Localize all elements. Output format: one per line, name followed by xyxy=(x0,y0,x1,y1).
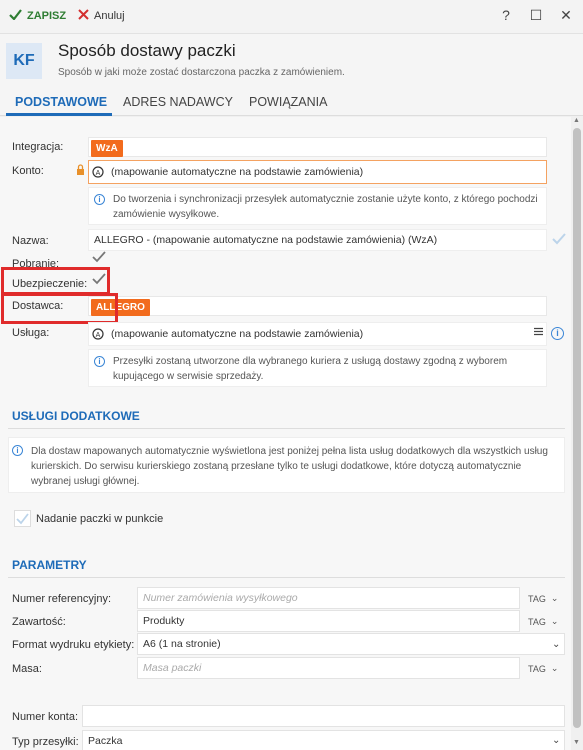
dialog-header: KF Sposób dostawy paczki Sposób w jaki m… xyxy=(0,34,583,89)
masa-input[interactable]: Masa paczki xyxy=(137,657,520,679)
integracja-label: Integracja: xyxy=(12,141,64,153)
scrollbar[interactable]: ▲ ▼ xyxy=(571,117,583,750)
check-icon xyxy=(9,9,22,23)
info-icon: i xyxy=(12,445,23,456)
numer-ref-input[interactable]: Numer zamówienia wysyłkowego xyxy=(137,587,520,609)
usluga-label: Usługa: xyxy=(12,327,50,339)
list-icon[interactable] xyxy=(534,327,543,339)
allegro-a-icon: A xyxy=(92,328,104,343)
format-label: Format wydruku etykiety: xyxy=(12,639,135,651)
section-title-parametry: PARAMETRY xyxy=(12,558,87,572)
chevron-down-icon: ⌄ xyxy=(552,735,561,746)
integration-badge: WzA xyxy=(91,140,123,157)
highlight-ubezpieczenie xyxy=(1,267,110,295)
help-button[interactable]: ? xyxy=(496,7,516,23)
tab-powiazania[interactable]: POWIĄZANIA xyxy=(249,95,327,109)
usluga-value: (mapowanie automatyczne na podstawie zam… xyxy=(111,328,364,340)
format-value: A6 (1 na stronie) xyxy=(143,638,221,650)
konto-note: Do tworzenia i synchronizacji przesyłek … xyxy=(88,187,547,225)
numer-ref-label: Numer referencyjny: xyxy=(12,593,112,605)
uslugi-note: Dla dostaw mapowanych automatycznie wyśw… xyxy=(8,437,565,493)
tab-bar: PODSTAWOWE ADRES NADAWCY POWIĄZANIA xyxy=(0,89,583,116)
tag-label: TAG xyxy=(528,616,546,627)
module-badge: KF xyxy=(6,43,42,79)
nazwa-label: Nazwa: xyxy=(12,235,49,247)
format-select[interactable]: A6 (1 na stronie) xyxy=(137,633,565,655)
allegro-a-icon: A xyxy=(92,166,104,181)
chevron-down-icon: ⌄ xyxy=(550,593,559,603)
numer-konta-input[interactable] xyxy=(82,705,565,727)
typ-przesylki-select[interactable]: Paczka xyxy=(82,730,565,750)
konto-select[interactable]: (mapowanie automatyczne na podstawie zam… xyxy=(88,160,547,184)
section-title-uslugi: USŁUGI DODATKOWE xyxy=(12,409,140,423)
page-title: Sposób dostawy paczki xyxy=(58,41,236,60)
active-tab-indicator xyxy=(6,113,112,116)
usluga-info-icon[interactable]: i xyxy=(551,327,564,340)
masa-placeholder: Masa paczki xyxy=(143,662,202,674)
lock-icon xyxy=(76,164,85,178)
zawartosc-value: Produkty xyxy=(143,615,185,627)
tab-adres-nadawcy[interactable]: ADRES NADAWCY xyxy=(123,95,233,109)
close-window-button[interactable]: ✕ xyxy=(556,7,576,24)
konto-value: (mapowanie automatyczne na podstawie zam… xyxy=(111,166,364,178)
typ-przesylki-label: Typ przesyłki: xyxy=(12,736,79,748)
typ-przesylki-value: Paczka xyxy=(88,735,123,747)
edit-check-icon[interactable] xyxy=(552,232,566,248)
svg-text:A: A xyxy=(96,332,101,339)
scroll-up-arrow[interactable]: ▲ xyxy=(573,117,580,124)
usluga-select[interactable]: (mapowanie automatyczne na podstawie zam… xyxy=(88,322,547,346)
cancel-label: Anuluj xyxy=(94,10,125,22)
nazwa-input[interactable]: ALLEGRO - (mapowanie automatyczne na pod… xyxy=(88,229,547,251)
pobranie-checkbox[interactable] xyxy=(92,251,106,266)
numer-ref-tag-button[interactable]: TAG ⌄ xyxy=(528,593,558,604)
masa-label: Masa: xyxy=(12,663,42,675)
maximize-button[interactable]: ☐ xyxy=(526,7,546,24)
usluga-note: Przesyłki zostaną utworzone dla wybraneg… xyxy=(88,349,547,387)
numer-ref-placeholder: Numer zamówienia wysyłkowego xyxy=(143,592,298,604)
form-content: Integracja: WzA Konto: (mapowanie automa… xyxy=(0,117,571,750)
tag-label: TAG xyxy=(528,663,546,674)
numer-konta-label: Numer konta: xyxy=(12,711,79,723)
cancel-button[interactable]: Anuluj xyxy=(78,9,125,23)
save-button[interactable]: ZAPISZ xyxy=(9,9,66,23)
masa-tag-button[interactable]: TAG ⌄ xyxy=(528,663,558,674)
dostawca-field xyxy=(88,296,547,316)
highlight-dostawca xyxy=(1,293,118,324)
scroll-thumb[interactable] xyxy=(573,128,581,728)
divider xyxy=(8,428,565,429)
close-x-icon xyxy=(78,9,89,23)
scroll-down-arrow[interactable]: ▼ xyxy=(573,739,580,746)
chevron-down-icon: ⌄ xyxy=(550,663,559,673)
title-bar: ZAPISZ Anuluj ? ☐ ✕ xyxy=(0,0,583,34)
page-subtitle: Sposób w jaki może zostać dostarczona pa… xyxy=(58,67,345,78)
tab-podstawowe[interactable]: PODSTAWOWE xyxy=(15,95,107,109)
nadanie-label: Nadanie paczki w punkcie xyxy=(36,513,164,525)
integracja-field xyxy=(88,137,547,157)
zawartosc-tag-button[interactable]: TAG ⌄ xyxy=(528,616,558,627)
zawartosc-input[interactable]: Produkty xyxy=(137,610,520,632)
info-icon: i xyxy=(94,356,105,367)
konto-label: Konto: xyxy=(12,165,44,177)
nazwa-value: ALLEGRO - (mapowanie automatyczne na pod… xyxy=(94,234,438,246)
zawartosc-label: Zawartość: xyxy=(12,616,66,628)
save-label: ZAPISZ xyxy=(27,10,67,22)
info-icon: i xyxy=(94,194,105,205)
nadanie-checkbox[interactable] xyxy=(14,510,31,527)
divider xyxy=(8,577,565,578)
tag-label: TAG xyxy=(528,593,546,604)
chevron-down-icon: ⌄ xyxy=(552,639,561,650)
chevron-down-icon: ⌄ xyxy=(550,616,559,626)
svg-text:A: A xyxy=(96,170,101,177)
